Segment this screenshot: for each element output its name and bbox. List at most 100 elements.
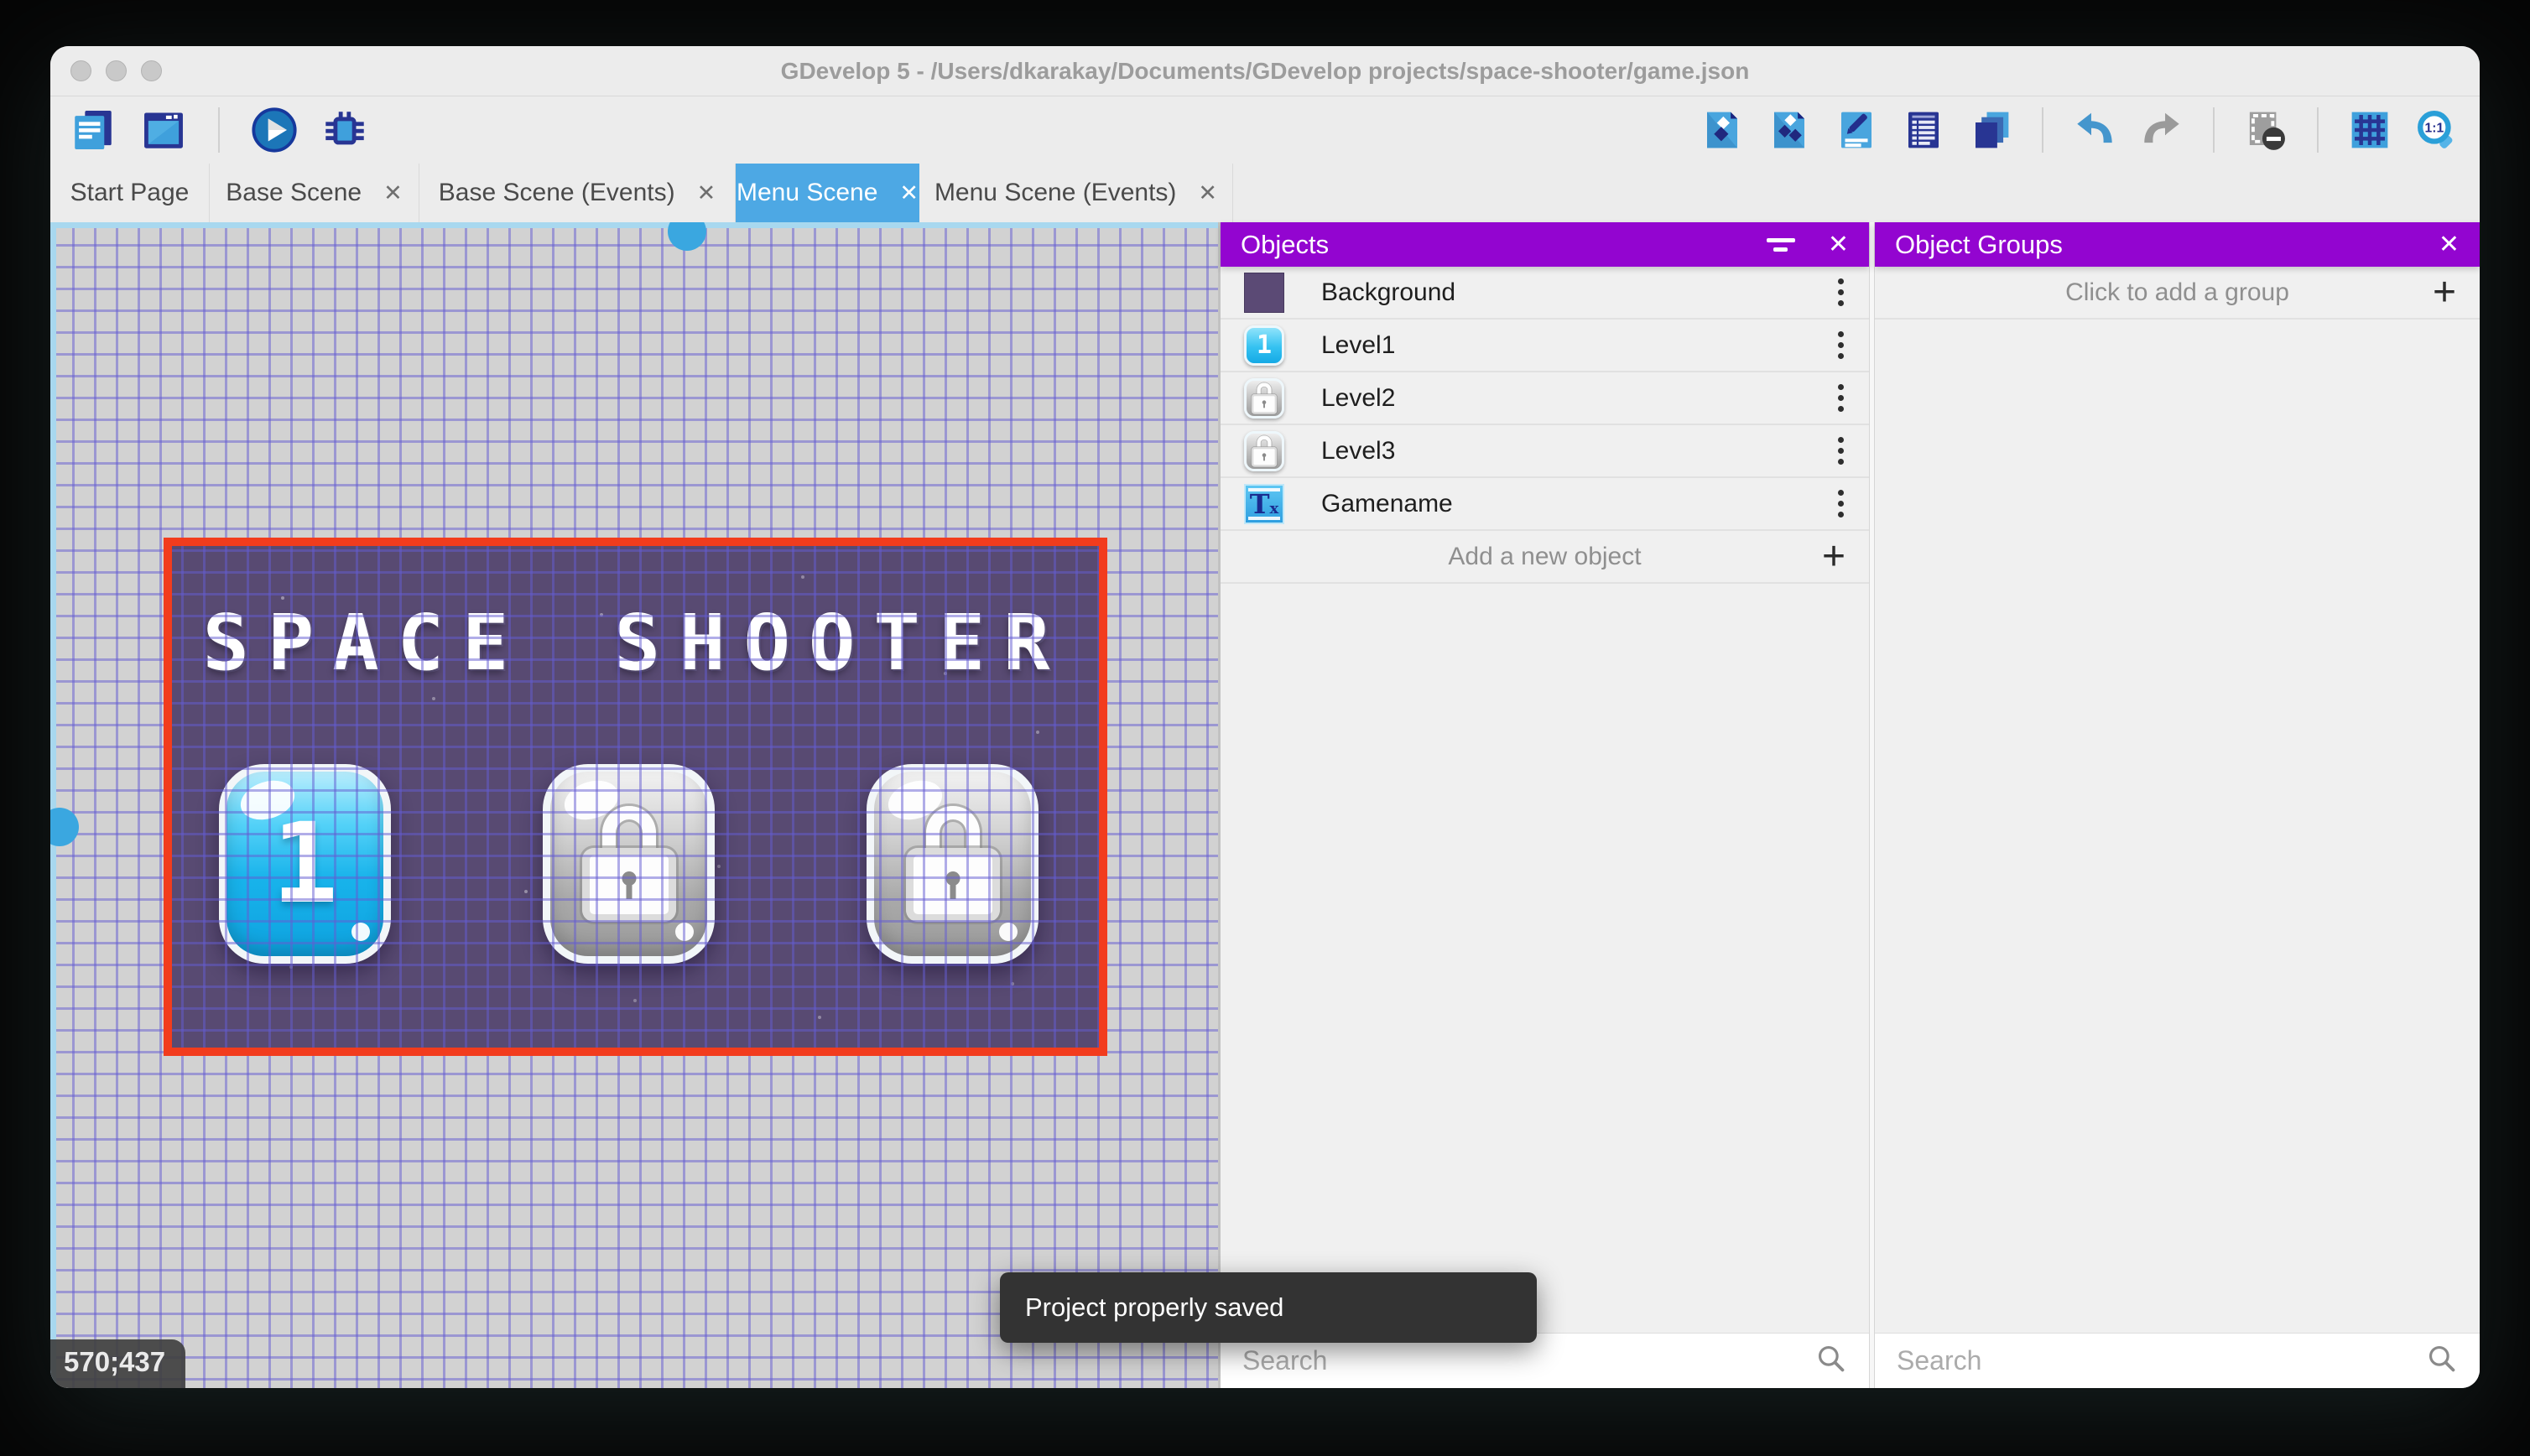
object-groups-icon[interactable] bbox=[1765, 106, 1814, 154]
plus-icon[interactable]: + bbox=[1822, 536, 1845, 577]
scene-title-text-instance[interactable]: SPACE SHOOTER bbox=[164, 598, 1107, 688]
add-new-object-row[interactable]: Add a new object + bbox=[1221, 531, 1869, 584]
mask-icon[interactable] bbox=[2241, 106, 2290, 154]
tab-label: Menu Scene bbox=[736, 179, 878, 206]
panel-divider[interactable] bbox=[1869, 222, 1875, 1388]
add-group-row[interactable]: Click to add a group + bbox=[1875, 267, 2480, 320]
toolbar-left bbox=[69, 106, 369, 154]
kebab-menu-icon[interactable] bbox=[1830, 275, 1852, 309]
object-name: Gamename bbox=[1321, 489, 1453, 517]
toolbar-right: 1:1 bbox=[1698, 106, 2461, 154]
project-manager-icon[interactable] bbox=[69, 106, 117, 154]
lock-icon bbox=[1251, 434, 1278, 467]
toolbar-separator bbox=[218, 107, 220, 153]
lock-icon bbox=[905, 806, 1000, 922]
level2-button-instance[interactable] bbox=[543, 764, 715, 964]
objects-panel-title: Objects bbox=[1241, 229, 1330, 259]
horizontal-scrollbar[interactable] bbox=[50, 222, 1218, 251]
scene-content: SPACE SHOOTER 1 bbox=[164, 538, 1107, 1056]
tab-menu-scene[interactable]: Menu Scene ✕ bbox=[736, 164, 919, 222]
objects-panel: Objects ✕ Background 1 Level1 Level2 Lev… bbox=[1221, 222, 1869, 1388]
lock-icon bbox=[581, 806, 676, 922]
instances-list-icon[interactable] bbox=[1899, 106, 1948, 154]
level1-button-instance[interactable]: 1 bbox=[219, 764, 391, 964]
object-row-level2[interactable]: Level2 bbox=[1221, 372, 1869, 425]
tab-start-page[interactable]: Start Page bbox=[50, 164, 210, 222]
undo-icon[interactable] bbox=[2070, 106, 2119, 154]
kebab-menu-icon[interactable] bbox=[1830, 434, 1852, 468]
level1-number: 1 bbox=[271, 799, 339, 928]
scene-editor-canvas[interactable]: SPACE SHOOTER 1 570;437 bbox=[50, 222, 1218, 1388]
tab-close-icon[interactable]: ✕ bbox=[1198, 180, 1217, 206]
debug-icon[interactable] bbox=[320, 106, 369, 154]
background-thumbnail bbox=[1244, 272, 1284, 313]
lock-icon bbox=[1251, 382, 1278, 414]
level3-button-instance[interactable] bbox=[867, 764, 1039, 964]
object-name: Level3 bbox=[1321, 436, 1396, 465]
zoom-original-icon[interactable]: 1:1 bbox=[2413, 106, 2461, 154]
object-row-background[interactable]: Background bbox=[1221, 267, 1869, 320]
tab-base-scene-events[interactable]: Base Scene (Events) ✕ bbox=[419, 164, 736, 222]
groups-search-input[interactable] bbox=[1897, 1345, 2426, 1376]
search-icon bbox=[1815, 1343, 1847, 1379]
save-toast: Project properly saved bbox=[1000, 1272, 1537, 1343]
grid-icon[interactable] bbox=[2345, 106, 2394, 154]
kebab-menu-icon[interactable] bbox=[1830, 328, 1852, 362]
tab-close-icon[interactable]: ✕ bbox=[899, 180, 919, 206]
play-icon[interactable] bbox=[250, 106, 299, 154]
search-icon bbox=[2426, 1343, 2458, 1379]
tab-close-icon[interactable]: ✕ bbox=[697, 180, 716, 206]
object-groups-panel-header: Object Groups ✕ bbox=[1875, 222, 2480, 267]
vertical-scrollbar[interactable] bbox=[50, 222, 79, 1388]
toolbar-separator bbox=[2317, 107, 2319, 153]
filter-icon[interactable] bbox=[1766, 237, 1796, 252]
gdevelop-window: GDevelop 5 - /Users/dkarakay/Documents/G… bbox=[50, 46, 2480, 1388]
object-row-level3[interactable]: Level3 bbox=[1221, 425, 1869, 478]
object-name: Level2 bbox=[1321, 383, 1396, 412]
level1-thumbnail: 1 bbox=[1244, 325, 1284, 366]
content: SPACE SHOOTER 1 570;437 Objects ✕ Backgr… bbox=[50, 222, 2480, 1388]
zoom-window-button[interactable] bbox=[141, 60, 162, 81]
vertical-scrollbar-thumb[interactable] bbox=[50, 808, 79, 846]
start-page-icon[interactable] bbox=[139, 106, 188, 154]
horizontal-scrollbar-thumb[interactable] bbox=[668, 222, 706, 251]
minimize-window-button[interactable] bbox=[106, 60, 127, 81]
object-row-gamename[interactable]: Tx Gamename bbox=[1221, 478, 1869, 531]
objects-panel-header: Objects ✕ bbox=[1221, 222, 1869, 267]
object-groups-panel: Object Groups ✕ Click to add a group + bbox=[1875, 222, 2480, 1388]
kebab-menu-icon[interactable] bbox=[1830, 486, 1852, 521]
tab-label: Base Scene (Events) bbox=[438, 179, 675, 206]
object-name: Background bbox=[1321, 278, 1456, 306]
plus-icon[interactable]: + bbox=[2433, 272, 2456, 313]
save-toast-message: Project properly saved bbox=[1025, 1292, 1284, 1322]
window-title: GDevelop 5 - /Users/dkarakay/Documents/G… bbox=[780, 57, 1750, 84]
tab-label: Base Scene bbox=[226, 179, 362, 206]
toolbar-separator bbox=[2213, 107, 2215, 153]
titlebar: GDevelop 5 - /Users/dkarakay/Documents/G… bbox=[50, 46, 2480, 96]
level1-thumbnail-number: 1 bbox=[1256, 330, 1273, 360]
lock-thumbnail bbox=[1244, 377, 1284, 419]
close-window-button[interactable] bbox=[70, 60, 91, 81]
tab-label: Menu Scene (Events) bbox=[934, 179, 1177, 206]
tabbar: Start Page Base Scene ✕ Base Scene (Even… bbox=[50, 164, 2480, 222]
object-row-level1[interactable]: 1 Level1 bbox=[1221, 320, 1869, 372]
layers-icon[interactable] bbox=[1966, 106, 2015, 154]
kebab-menu-icon[interactable] bbox=[1830, 381, 1852, 415]
add-new-object-label: Add a new object bbox=[1448, 542, 1642, 570]
tab-menu-scene-events[interactable]: Menu Scene (Events) ✕ bbox=[919, 164, 1233, 222]
toolbar: 1:1 bbox=[50, 96, 2480, 164]
objects-search-input[interactable] bbox=[1242, 1345, 1815, 1376]
lock-thumbnail bbox=[1244, 430, 1284, 471]
toolbar-separator bbox=[2042, 107, 2043, 153]
add-group-label: Click to add a group bbox=[2065, 278, 2289, 306]
close-icon[interactable]: ✕ bbox=[2439, 230, 2460, 259]
properties-icon[interactable] bbox=[1832, 106, 1881, 154]
tab-base-scene[interactable]: Base Scene ✕ bbox=[210, 164, 419, 222]
screen: GDevelop 5 - /Users/dkarakay/Documents/G… bbox=[0, 0, 2530, 1456]
text-object-thumbnail: Tx bbox=[1244, 483, 1284, 524]
redo-icon[interactable] bbox=[2137, 106, 2186, 154]
close-icon[interactable]: ✕ bbox=[1828, 230, 1849, 259]
tab-close-icon[interactable]: ✕ bbox=[383, 180, 403, 206]
objects-editor-icon[interactable] bbox=[1698, 106, 1747, 154]
cursor-coordinates: 570;437 bbox=[50, 1339, 186, 1388]
